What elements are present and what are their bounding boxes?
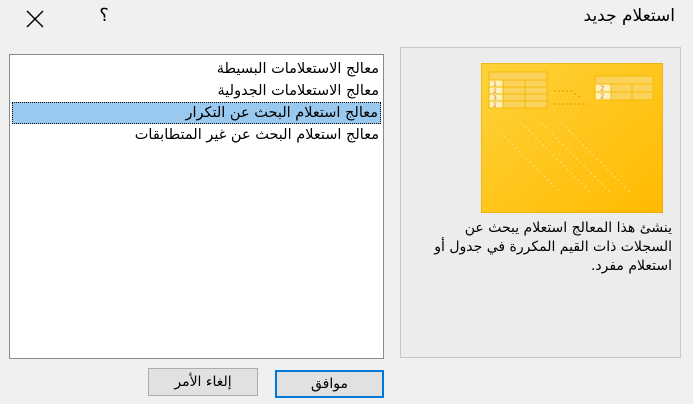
query-wizard-list[interactable]: معالج الاستعلامات البسيطة معالج الاستعلا… [9, 54, 384, 359]
list-item-simple-query-wizard[interactable]: معالج الاستعلامات البسيطة [12, 58, 381, 80]
right-table-number: 2 [600, 85, 604, 93]
find-duplicates-illustration: 1 2 3 2 2 2 [480, 62, 664, 214]
left-table-number: 2 [493, 102, 497, 109]
close-icon[interactable] [22, 6, 48, 32]
new-query-dialog: استعلام جديد ؟ معالج الاستعلامات البسيطة… [0, 0, 693, 404]
ok-button[interactable]: موافق [275, 370, 384, 398]
dialog-title: استعلام جديد [583, 6, 675, 26]
list-item-find-unmatched-wizard[interactable]: معالج استعلام البحث عن غير المتطابقات [12, 124, 381, 146]
right-table-number: 2 [600, 93, 604, 101]
title-bar: استعلام جديد ؟ [0, 0, 693, 38]
wizard-description: ينشئ هذا المعالج استعلام يبحث عن السجلات… [434, 220, 672, 274]
left-table-number: 3 [493, 95, 497, 102]
help-icon[interactable]: ؟ [94, 5, 114, 29]
left-table-number: 2 [493, 88, 497, 95]
wizard-preview-panel: 1 2 3 2 2 2 ينشئ هذا المعالج استعلام يبح… [400, 47, 681, 358]
list-item-crosstab-query-wizard[interactable]: معالج الاستعلامات الجدولية [12, 80, 381, 102]
cancel-button[interactable]: إلغاء الأمر [148, 368, 258, 396]
list-item-find-duplicates-wizard[interactable]: معالج استعلام البحث عن التكرار [12, 102, 381, 124]
left-table-number: 1 [493, 81, 497, 88]
